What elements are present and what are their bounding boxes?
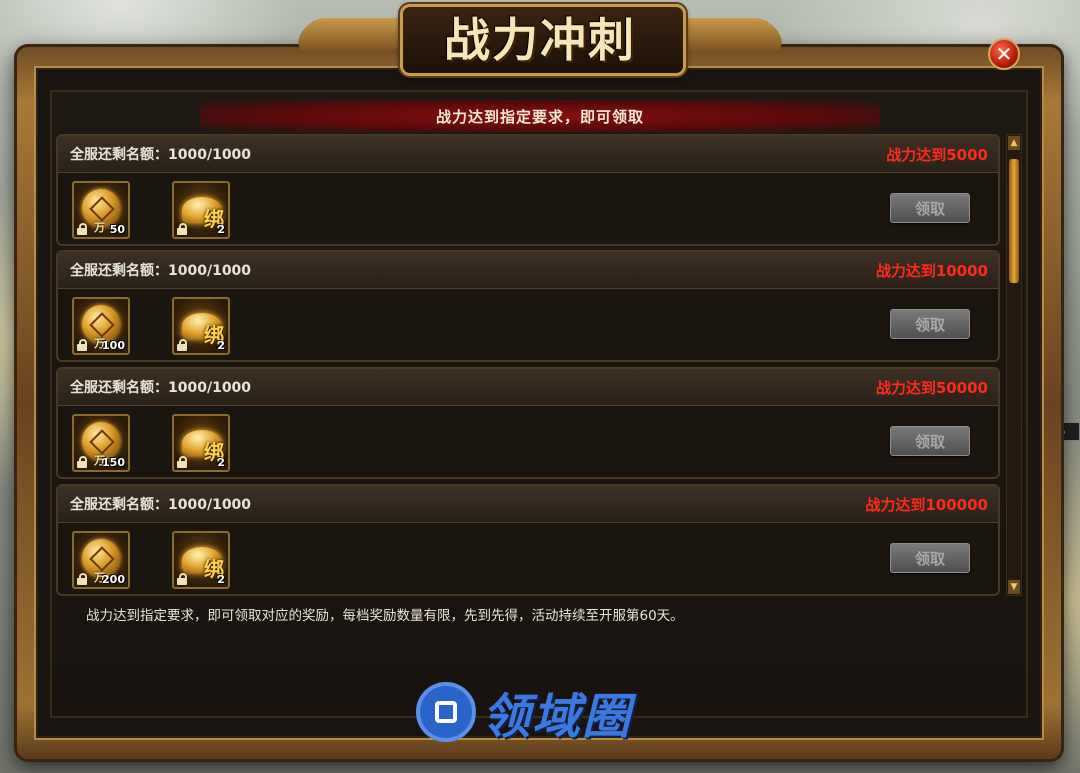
lock-icon: [176, 573, 188, 585]
item-count: 2: [217, 223, 225, 236]
watermark-text: 领域圈: [482, 689, 633, 745]
reward-slot-ingot[interactable]: 绑 2: [172, 297, 230, 355]
item-count: 100: [102, 339, 125, 352]
coin-unit-label: 万: [94, 221, 105, 234]
reward-slot-coin[interactable]: 万 150: [72, 414, 130, 472]
claim-button[interactable]: 领取: [890, 543, 970, 573]
tier-rewards: 万 100 绑 2 领取: [58, 289, 998, 363]
lock-icon: [176, 223, 188, 235]
reward-tier: 全服还剩名额：1000/1000 战力达到50000 万 150 绑 2 领取: [56, 367, 1000, 479]
tier-header: 全服还剩名额：1000/1000 战力达到5000: [58, 136, 998, 173]
item-count: 2: [217, 456, 225, 469]
reward-tier: 全服还剩名额：1000/1000 战力达到100000 万 200 绑 2 领取: [56, 484, 1000, 596]
reward-tier: 全服还剩名额：1000/1000 战力达到10000 万 100 绑 2 领取: [56, 250, 1000, 362]
reward-slot-ingot[interactable]: 绑 2: [172, 181, 230, 239]
lock-icon: [76, 573, 88, 585]
tier-header: 全服还剩名额：1000/1000 战力达到10000: [58, 252, 998, 289]
item-count: 2: [217, 573, 225, 586]
quota-label: 全服还剩名额：1000/1000: [70, 380, 252, 396]
scroll-down-arrow-icon[interactable]: ▼: [1008, 580, 1020, 594]
requirement-label: 战力达到100000: [865, 495, 988, 514]
tier-header: 全服还剩名额：1000/1000 战力达到50000: [58, 369, 998, 406]
reward-slot-coin[interactable]: 万 50: [72, 181, 130, 239]
tier-rewards: 万 200 绑 2 领取: [58, 523, 998, 596]
claim-button[interactable]: 领取: [890, 193, 970, 223]
quota-label: 全服还剩名额：1000/1000: [70, 497, 252, 513]
lock-icon: [76, 456, 88, 468]
item-count: 150: [102, 456, 125, 469]
lock-icon: [76, 223, 88, 235]
item-count: 50: [109, 223, 125, 236]
watermark-logo-icon: [416, 682, 476, 742]
close-button[interactable]: ✕: [988, 38, 1020, 70]
close-icon: ✕: [995, 42, 1013, 66]
activity-description: 战力达到指定要求，即可领取对应的奖励，每档奖励数量有限，先到先得，活动持续至开服…: [86, 608, 684, 624]
title-plaque: 战力冲刺: [292, 0, 788, 78]
lock-icon: [176, 339, 188, 351]
requirement-label: 战力达到50000: [875, 378, 988, 397]
requirement-label: 战力达到10000: [875, 261, 988, 280]
reward-tier-list[interactable]: 全服还剩名额：1000/1000 战力达到5000 万 50 绑 2 领取 全服…: [56, 134, 1000, 596]
reward-slot-ingot[interactable]: 绑 2: [172, 414, 230, 472]
header-banner: 战力达到指定要求，即可领取: [200, 100, 880, 132]
tier-rewards: 万 50 绑 2 领取: [58, 173, 998, 247]
tier-header: 全服还剩名额：1000/1000 战力达到100000: [58, 486, 998, 523]
quota-label: 全服还剩名额：1000/1000: [70, 263, 252, 279]
quota-label: 全服还剩名额：1000/1000: [70, 147, 252, 163]
item-count: 2: [217, 339, 225, 352]
watermark: 领域圈: [416, 680, 633, 745]
reward-tier: 全服还剩名额：1000/1000 战力达到5000 万 50 绑 2 领取: [56, 134, 1000, 246]
scroll-thumb[interactable]: [1009, 159, 1019, 283]
tier-rewards: 万 150 绑 2 领取: [58, 406, 998, 480]
scrollbar[interactable]: ▲ ▼: [1006, 134, 1022, 596]
reward-slot-coin[interactable]: 万 200: [72, 531, 130, 589]
item-count: 200: [102, 573, 125, 586]
dialog-title: 战力冲刺: [444, 13, 636, 67]
reward-slot-coin[interactable]: 万 100: [72, 297, 130, 355]
claim-button[interactable]: 领取: [890, 309, 970, 339]
reward-slot-ingot[interactable]: 绑 2: [172, 531, 230, 589]
lock-icon: [176, 456, 188, 468]
requirement-label: 战力达到5000: [886, 145, 988, 164]
lock-icon: [76, 339, 88, 351]
scroll-up-arrow-icon[interactable]: ▲: [1008, 136, 1020, 150]
claim-button[interactable]: 领取: [890, 426, 970, 456]
